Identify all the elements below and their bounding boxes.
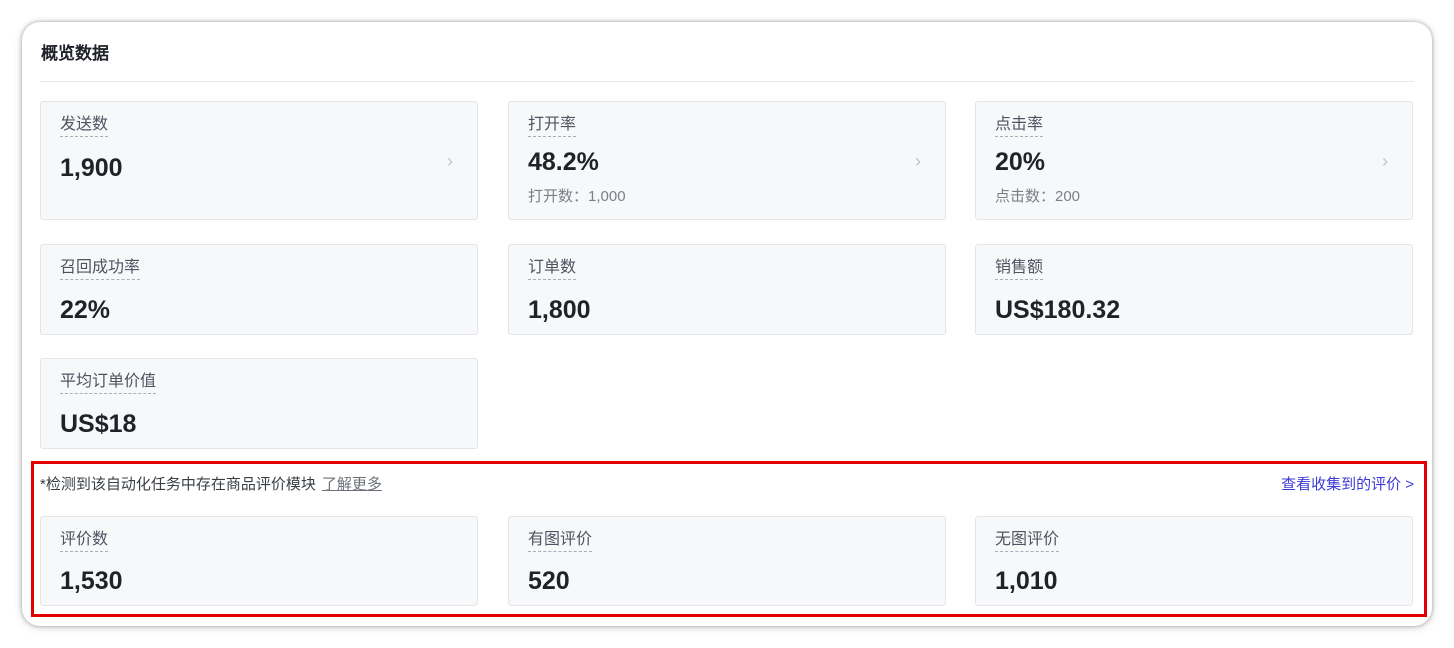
metric-sub: 点击数：200 [995, 188, 1081, 205]
chevron-right-icon[interactable]: › [1382, 152, 1388, 170]
metric-label: 销售额 [995, 259, 1044, 280]
metric-card-sales: 销售额 US$180.32 [975, 244, 1413, 335]
metric-label: 评价数 [60, 531, 109, 552]
metric-card-sent[interactable]: 发送数 1,900 › [40, 101, 478, 220]
chevron-right-icon[interactable]: › [915, 152, 921, 170]
metric-card-review-count: 评价数 1,530 [40, 516, 478, 606]
metric-card-reviews-with-image: 有图评价 520 [508, 516, 946, 606]
metric-card-orders: 订单数 1,800 [508, 244, 946, 335]
learn-more-link[interactable]: 了解更多 [322, 476, 382, 493]
metric-label: 打开率 [528, 116, 577, 137]
panel-title: 概览数据 [41, 44, 109, 63]
review-module-notice: *检测到该自动化任务中存在商品评价模块 了解更多 [40, 476, 382, 494]
metric-value: 48.2% [528, 148, 599, 176]
metric-card-open-rate[interactable]: 打开率 48.2% 打开数：1,000 › [508, 101, 946, 220]
metric-label: 召回成功率 [60, 259, 141, 280]
metric-value: 520 [528, 567, 570, 595]
metric-label: 订单数 [528, 259, 577, 280]
notice-text: *检测到该自动化任务中存在商品评价模块 [40, 476, 316, 493]
metric-card-recall-rate: 召回成功率 22% [40, 244, 478, 335]
metric-label: 点击率 [995, 116, 1044, 137]
metric-value: 1,900 [60, 154, 123, 182]
metric-value: 20% [995, 148, 1046, 176]
metric-label: 有图评价 [528, 531, 593, 552]
metric-value: 1,010 [995, 567, 1058, 595]
view-collected-reviews-link[interactable]: 查看收集到的评价 > [1281, 476, 1414, 494]
metric-value: 1,530 [60, 567, 123, 595]
metric-value: US$18 [60, 410, 137, 438]
metric-card-click-rate[interactable]: 点击率 20% 点击数：200 › [975, 101, 1413, 220]
metric-sub: 打开数：1,000 [528, 188, 626, 205]
metric-value: 1,800 [528, 296, 591, 324]
chevron-right-icon[interactable]: › [447, 152, 453, 170]
metric-value: US$180.32 [995, 296, 1121, 324]
metric-label: 平均订单价值 [60, 373, 157, 394]
metric-label: 发送数 [60, 116, 109, 137]
metric-value: 22% [60, 296, 111, 324]
metric-label: 无图评价 [995, 531, 1060, 552]
title-divider [40, 81, 1414, 82]
metric-card-avg-order-value: 平均订单价值 US$18 [40, 358, 478, 449]
metric-card-reviews-without-image: 无图评价 1,010 [975, 516, 1413, 606]
